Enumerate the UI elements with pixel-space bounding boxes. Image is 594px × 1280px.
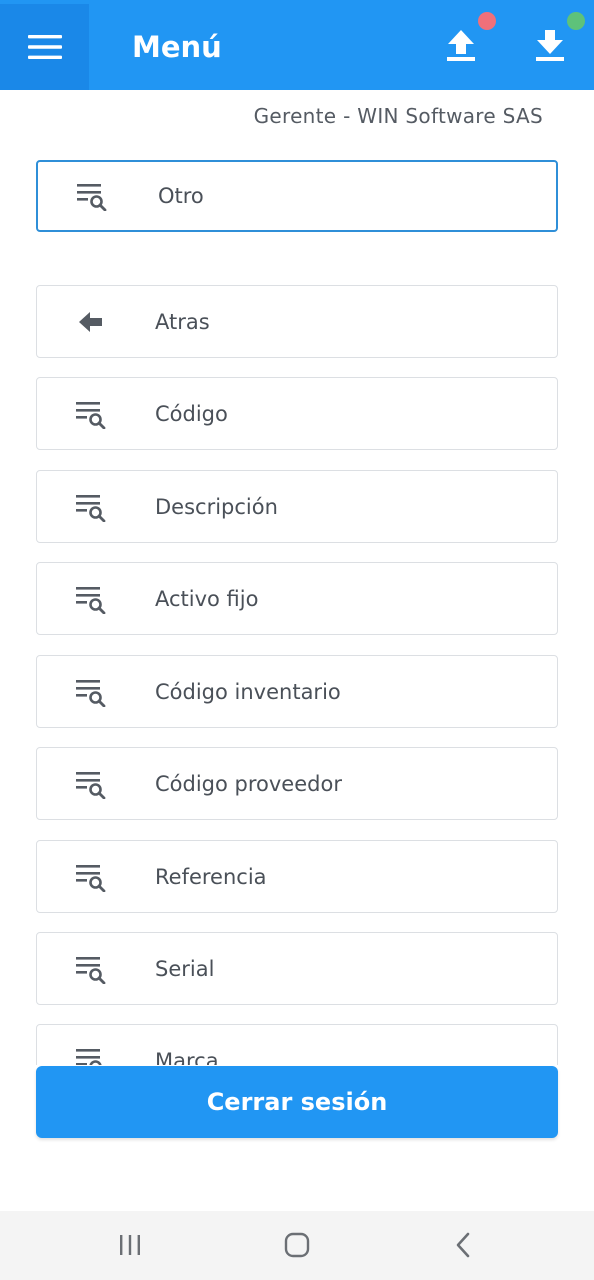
option-label: Activo fijo [155,586,259,611]
page-title: Menú [132,30,222,64]
option-label: Código proveedor [155,771,342,796]
option-codigo-inventario[interactable]: Código inventario [36,655,558,728]
option-codigo[interactable]: Código [36,377,558,450]
app-screen: Menú Gerente - WIN Software SAS Otro Atr… [0,0,594,1280]
options-list[interactable]: Atras Código Descripción Activo fijo Cód… [0,270,594,1065]
download-status-dot [567,12,585,30]
arrow-left-icon [79,311,102,332]
search-list-icon [76,494,106,522]
search-list-icon [76,956,106,984]
option-label: Código [155,401,228,426]
home-button[interactable] [275,1225,319,1265]
search-list-icon [76,586,106,614]
option-serial[interactable]: Serial [36,932,558,1005]
option-activo-fijo[interactable]: Activo fijo [36,562,558,635]
search-list-icon [76,771,106,799]
logout-button[interactable]: Cerrar sesión [36,1066,558,1138]
back-chevron-icon [456,1232,470,1258]
option-atras[interactable]: Atras [36,285,558,358]
upload-icon [447,30,475,61]
search-list-icon [76,1048,102,1065]
selected-filter-label: Otro [158,184,204,208]
hamburger-menu-icon [27,35,62,59]
recents-button[interactable] [108,1225,152,1265]
option-label: Marca [155,1048,219,1066]
selected-filter[interactable]: Otro [36,160,558,232]
download-button[interactable] [525,20,575,70]
option-label: Código inventario [155,679,341,704]
option-referencia[interactable]: Referencia [36,840,558,913]
search-list-icon [76,401,106,429]
app-header: Menú [0,0,594,90]
menu-button[interactable] [0,4,89,90]
download-icon [536,30,564,61]
option-label: Atras [155,309,210,334]
search-list-icon [76,864,106,892]
search-list-icon [76,679,106,707]
option-label: Referencia [155,864,267,889]
user-company-label: Gerente - WIN Software SAS [253,104,543,128]
option-descripcion[interactable]: Descripción [36,470,558,543]
search-list-icon [77,184,107,211]
upload-button[interactable] [436,20,486,70]
option-label: Descripción [155,494,278,519]
home-icon [284,1232,310,1258]
option-label: Serial [155,956,215,981]
system-nav-bar [0,1211,594,1280]
upload-status-dot [478,12,496,30]
option-marca[interactable]: Marca [36,1024,558,1065]
recents-icon [120,1235,140,1255]
option-codigo-proveedor[interactable]: Código proveedor [36,747,558,820]
back-button[interactable] [441,1225,485,1265]
